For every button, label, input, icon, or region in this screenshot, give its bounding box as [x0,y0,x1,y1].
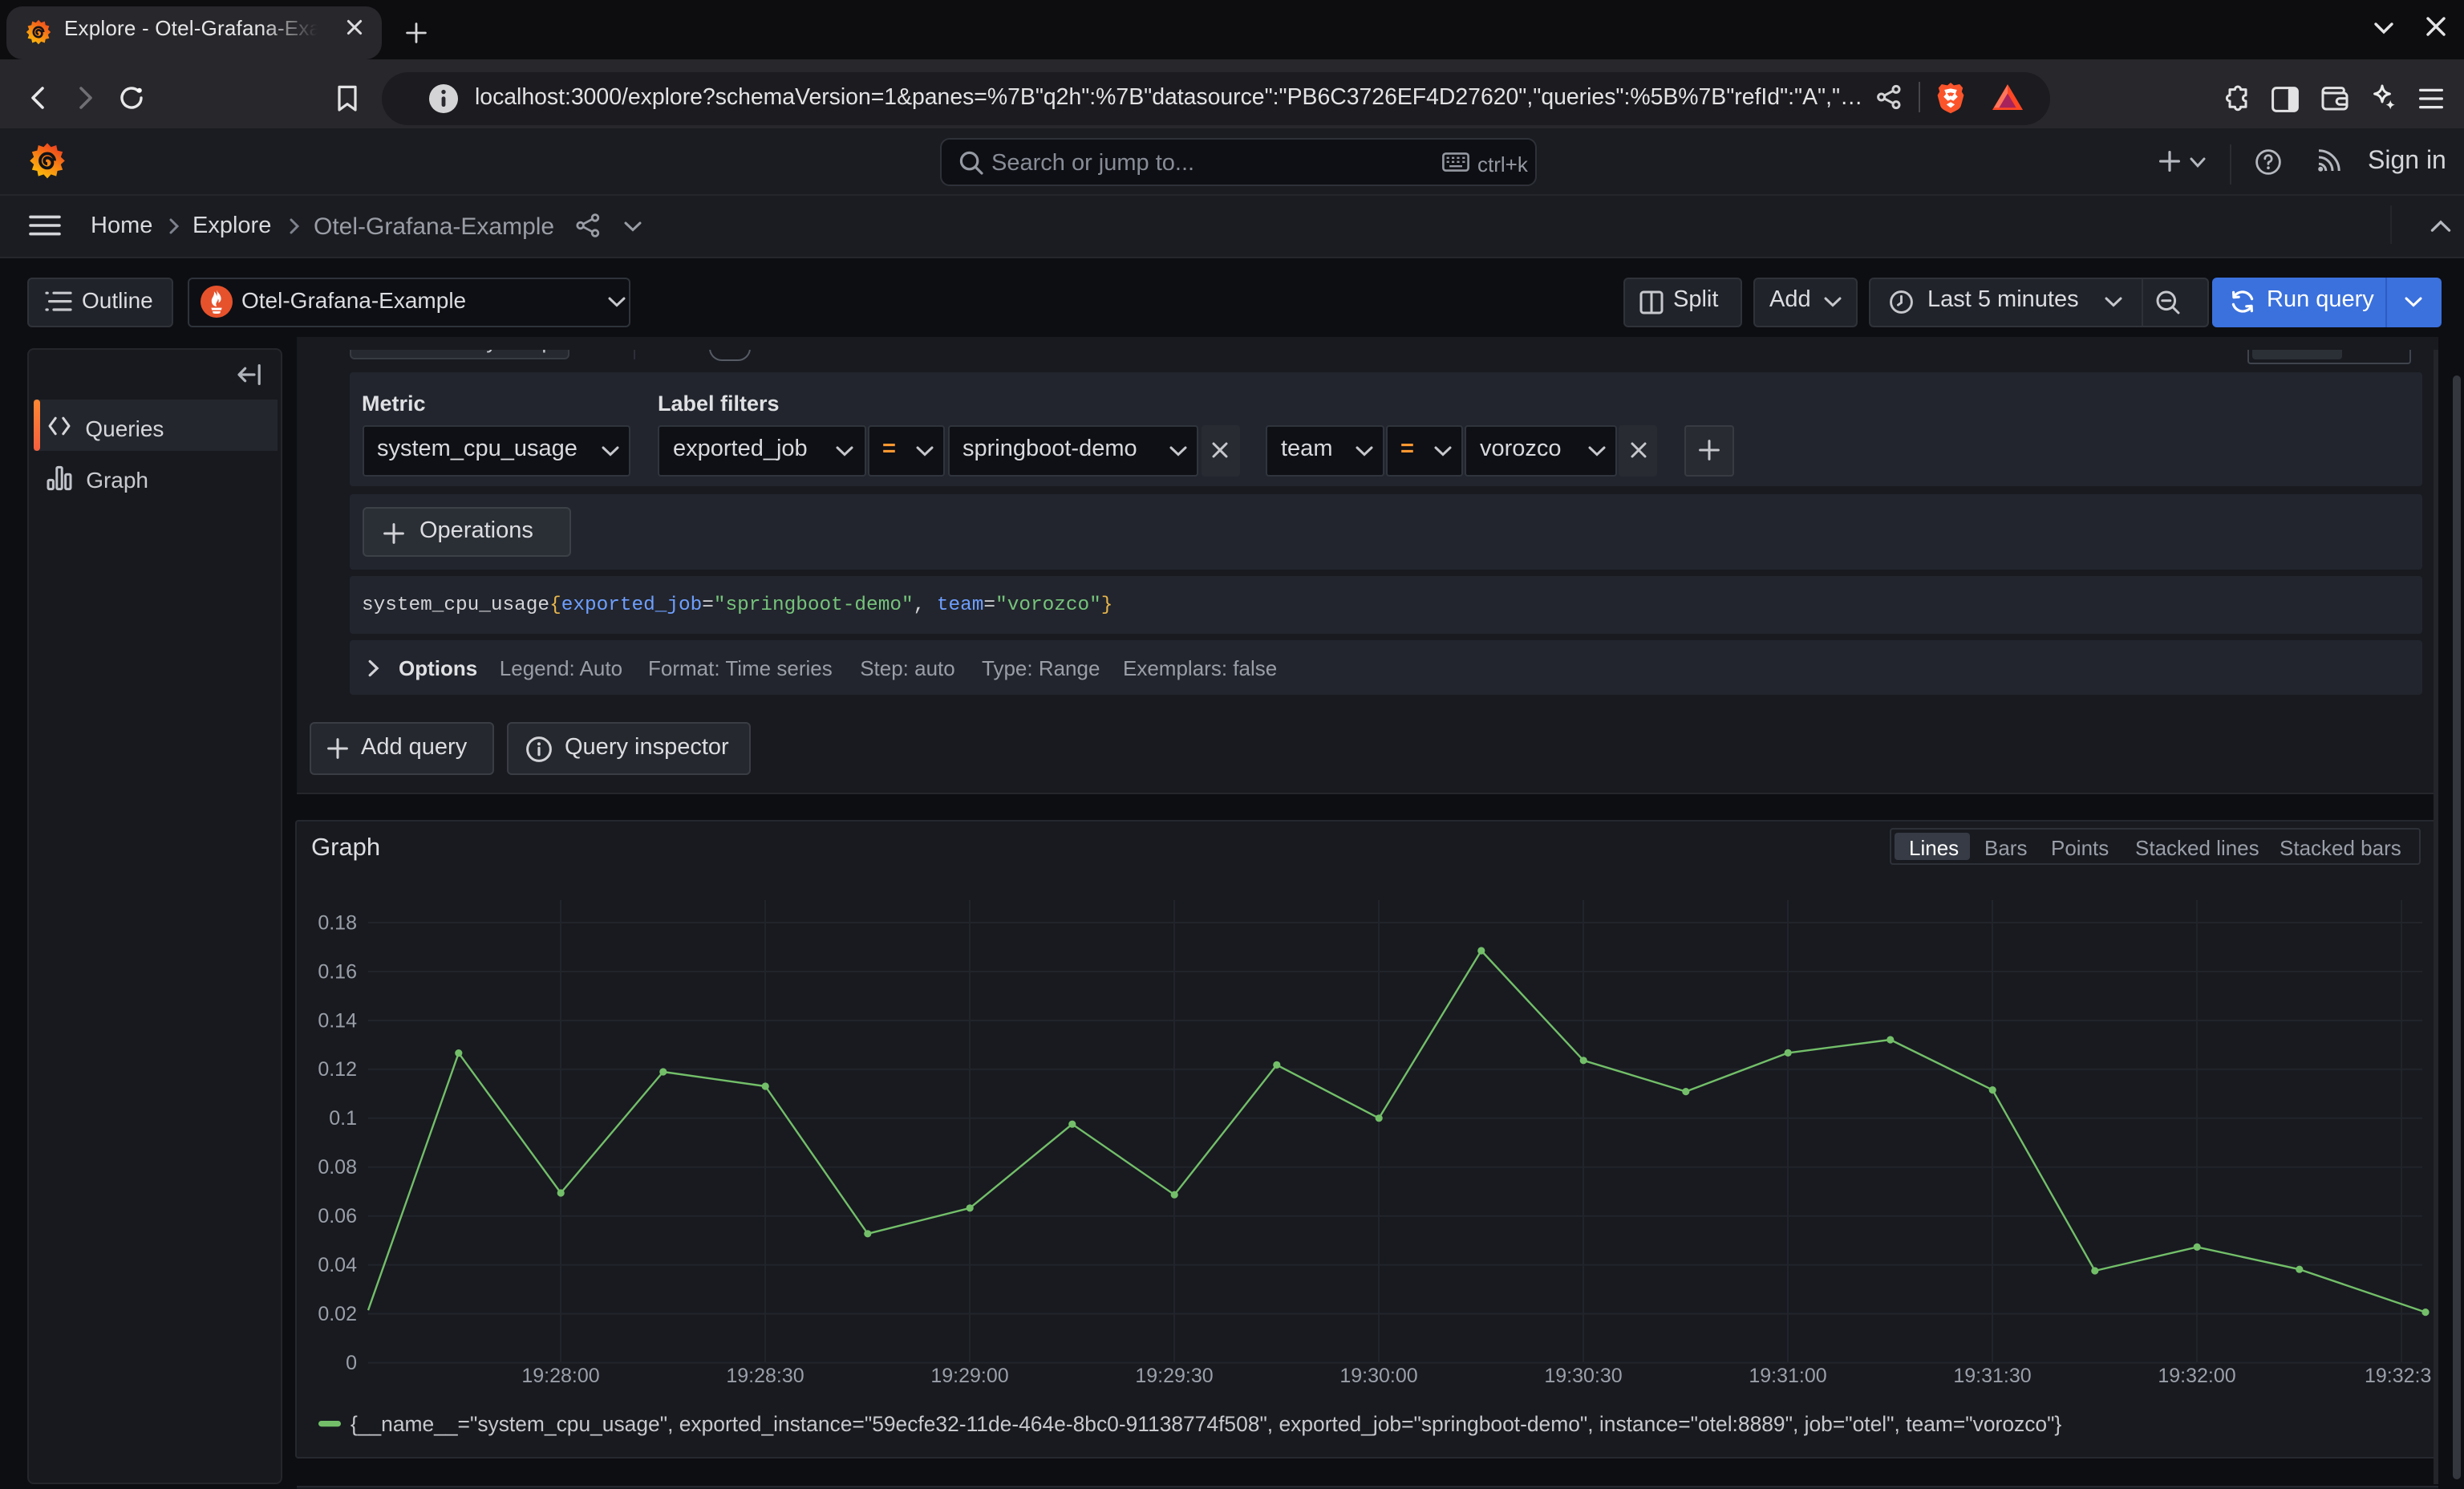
svg-text:{__name__="system_cpu_usage",: {__name__="system_cpu_usage", exported_i… [351,1412,2061,1436]
svg-text:0.06: 0.06 [318,1205,357,1227]
svg-text:0.02: 0.02 [318,1303,357,1325]
svg-text:19:31:00: 19:31:00 [1749,1365,1826,1387]
svg-text:19:30:00: 19:30:00 [1339,1365,1417,1387]
svg-text:19:32:00: 19:32:00 [2158,1365,2235,1387]
svg-text:0.04: 0.04 [318,1254,357,1276]
svg-text:19:28:00: 19:28:00 [521,1365,599,1387]
svg-text:0.16: 0.16 [318,960,357,983]
svg-text:0.12: 0.12 [318,1058,357,1081]
svg-text:0.08: 0.08 [318,1156,357,1179]
svg-text:0: 0 [346,1352,357,1374]
svg-text:0.18: 0.18 [318,911,357,934]
svg-text:19:29:00: 19:29:00 [930,1365,1008,1387]
svg-text:0.1: 0.1 [329,1107,357,1130]
svg-text:19:31:30: 19:31:30 [1953,1365,2031,1387]
svg-text:19:29:30: 19:29:30 [1135,1365,1213,1387]
svg-text:19:30:30: 19:30:30 [1544,1365,1622,1387]
svg-text:19:32:3: 19:32:3 [2365,1365,2431,1387]
svg-text:0.14: 0.14 [318,1009,357,1032]
svg-text:19:28:30: 19:28:30 [726,1365,804,1387]
